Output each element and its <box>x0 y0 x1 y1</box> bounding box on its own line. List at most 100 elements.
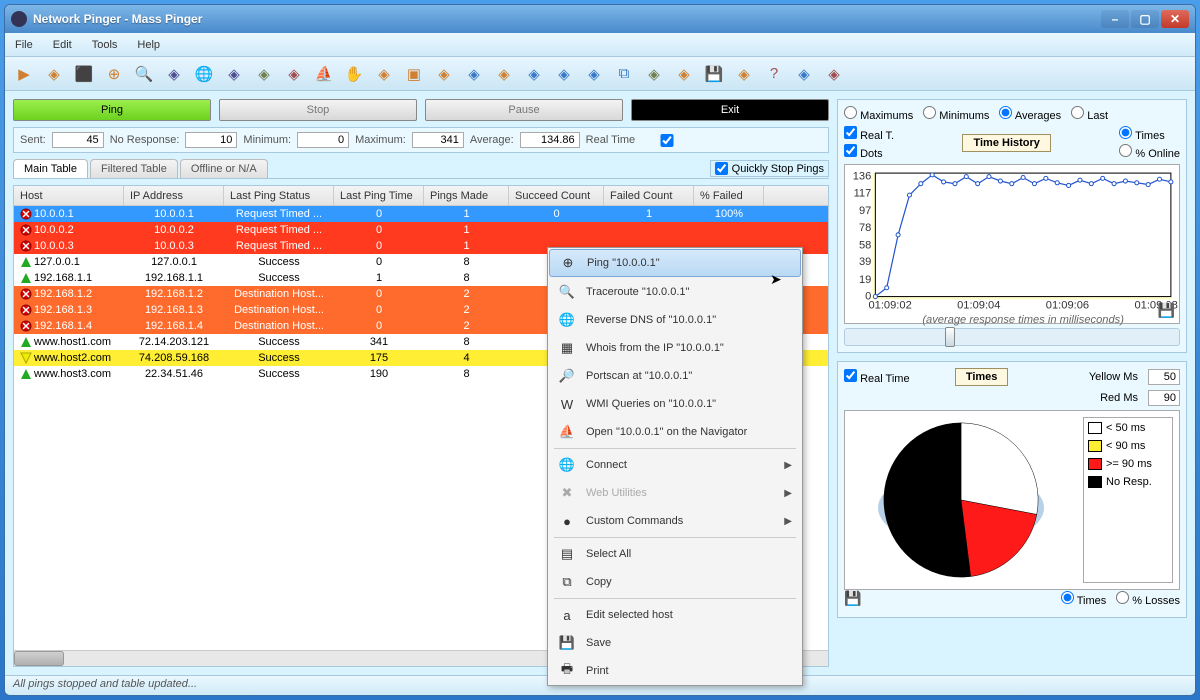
menu-item-icon: ⛵ <box>558 423 576 441</box>
ping-button[interactable]: Ping <box>13 99 211 121</box>
minimize-button[interactable]: – <box>1101 10 1129 28</box>
col-header[interactable]: Failed Count <box>604 186 694 205</box>
times-realtime-check[interactable]: Real Time <box>844 369 910 385</box>
context-menu-item[interactable]: WWMI Queries on "10.0.0.1" <box>548 390 802 418</box>
toolbar-flags-icon[interactable]: ◈ <box>791 61 817 87</box>
toolbar-stop-icon[interactable]: ⬛ <box>71 61 97 87</box>
table-cell: 10.0.0.1 <box>14 208 124 220</box>
tab-main[interactable]: Main Table <box>13 159 88 178</box>
toolbar-link-icon[interactable]: ◈ <box>461 61 487 87</box>
th-pctonline-radio[interactable]: % Online <box>1119 144 1180 160</box>
toolbar-terminal-icon[interactable]: ▣ <box>401 61 427 87</box>
toolbar-hand-icon[interactable]: ✋ <box>341 61 367 87</box>
realtime-checkbox[interactable] <box>641 134 693 147</box>
context-menu-item[interactable]: ⛵Open "10.0.0.1" on the Navigator <box>548 418 802 446</box>
menu-file[interactable]: File <box>15 39 33 51</box>
context-menu-item[interactable]: 💾Save <box>548 629 802 657</box>
toolbar-save-list-icon[interactable]: ◈ <box>581 61 607 87</box>
context-menu-item[interactable]: aEdit selected host <box>548 601 802 629</box>
red-ms-field[interactable] <box>1148 390 1180 406</box>
table-row[interactable]: 10.0.0.210.0.0.2Request Timed ...01 <box>14 222 828 238</box>
table-row[interactable]: 10.0.0.110.0.0.1Request Timed ...0101100… <box>14 206 828 222</box>
toolbar-globe-mag-icon[interactable]: ◈ <box>161 61 187 87</box>
th-realt-check[interactable]: Real T. <box>844 126 894 142</box>
avg-field[interactable] <box>520 132 580 148</box>
opt-last[interactable]: Last <box>1071 106 1108 122</box>
exit-button[interactable]: Exit <box>631 99 829 121</box>
pause-button[interactable]: Pause <box>425 99 623 121</box>
toolbar-letter-a-icon[interactable]: ◈ <box>491 61 517 87</box>
tab-filtered[interactable]: Filtered Table <box>90 159 178 178</box>
toolbar-ship-icon[interactable]: ⛵ <box>311 61 337 87</box>
menu-edit[interactable]: Edit <box>53 39 72 51</box>
toolbar-globe-icon[interactable]: 🌐 <box>191 61 217 87</box>
table-cell: 0 <box>334 240 424 252</box>
table-cell: 10.0.0.2 <box>14 224 124 236</box>
th-dots-check[interactable]: Dots <box>844 144 894 160</box>
col-header[interactable]: Last Ping Time <box>334 186 424 205</box>
col-header[interactable]: Pings Made <box>424 186 509 205</box>
pie-legend: < 50 ms< 90 ms>= 90 msNo Resp. <box>1083 417 1173 583</box>
context-menu-item[interactable]: ▤Select All <box>548 540 802 568</box>
toolbar-search-icon[interactable]: 🔍 <box>131 61 157 87</box>
toolbar-play-icon[interactable]: ▶ <box>11 61 37 87</box>
col-header[interactable]: % Failed <box>694 186 764 205</box>
context-menu-item[interactable]: ●Custom Commands▶ <box>548 507 802 535</box>
table-cell: Destination Host... <box>224 320 334 332</box>
toolbar-square-icon[interactable]: ◈ <box>221 61 247 87</box>
save-pie-icon[interactable]: 💾 <box>844 590 861 607</box>
th-times-radio[interactable]: Times <box>1119 126 1180 142</box>
toolbar-user-mag-icon[interactable]: ◈ <box>251 61 277 87</box>
toolbar-magnify-icon[interactable]: ◈ <box>641 61 667 87</box>
quickstop-checkbox[interactable] <box>715 162 728 175</box>
toolbar-tower2-icon[interactable]: ◈ <box>551 61 577 87</box>
col-header[interactable]: IP Address <box>124 186 224 205</box>
opt-maximums[interactable]: Maximums <box>844 106 913 122</box>
context-menu-item[interactable]: 🔍Traceroute "10.0.0.1" <box>548 278 802 306</box>
toolbar-tower-icon[interactable]: ◈ <box>521 61 547 87</box>
menu-help[interactable]: Help <box>137 39 160 51</box>
sent-field[interactable] <box>52 132 104 148</box>
context-menu-item[interactable]: 🔎Portscan at "10.0.0.1" <box>548 362 802 390</box>
context-menu-item[interactable]: ⊕Ping "10.0.0.1" <box>549 249 801 277</box>
toolbar-font-a-icon[interactable]: ◈ <box>671 61 697 87</box>
table-cell: 100% <box>694 208 764 220</box>
context-menu-item[interactable]: 🖶Print <box>548 657 802 685</box>
table-cell: 190 <box>334 368 424 380</box>
menu-tools[interactable]: Tools <box>92 39 118 51</box>
opt-minimums[interactable]: Minimums <box>923 106 989 122</box>
context-menu-item[interactable]: ▦Whois from the IP "10.0.0.1" <box>548 334 802 362</box>
opt-losses-radio[interactable]: % Losses <box>1116 591 1180 607</box>
toolbar-wm-icon[interactable]: ◈ <box>281 61 307 87</box>
time-slider[interactable] <box>844 328 1180 346</box>
close-button[interactable]: ✕ <box>1161 10 1189 28</box>
toolbar-wand-icon[interactable]: ◈ <box>431 61 457 87</box>
slider-thumb[interactable] <box>945 327 955 347</box>
col-header[interactable]: Last Ping Status <box>224 186 334 205</box>
toolbar-exit-door-icon[interactable]: ◈ <box>821 61 847 87</box>
context-menu-item[interactable]: 🌐Connect▶ <box>548 451 802 479</box>
min-field[interactable] <box>297 132 349 148</box>
col-header[interactable]: Host <box>14 186 124 205</box>
save-chart-icon[interactable]: 💾 <box>1158 302 1175 319</box>
yellow-ms-field[interactable] <box>1148 369 1180 385</box>
opt-averages[interactable]: Averages <box>999 106 1061 122</box>
max-field[interactable] <box>412 132 464 148</box>
col-header[interactable]: Succeed Count <box>509 186 604 205</box>
toolbar-copy-icon[interactable]: ⧉ <box>611 61 637 87</box>
context-menu-item[interactable]: ⧉Copy <box>548 568 802 596</box>
noresp-field[interactable] <box>185 132 237 148</box>
toolbar-floppy2-icon[interactable]: ◈ <box>731 61 757 87</box>
toolbar-floppy-icon[interactable]: 💾 <box>701 61 727 87</box>
toolbar-target-icon[interactable]: ⊕ <box>101 61 127 87</box>
maximize-button[interactable]: ▢ <box>1131 10 1159 28</box>
opt-times-radio[interactable]: Times <box>1061 591 1106 607</box>
stop-button[interactable]: Stop <box>219 99 417 121</box>
context-menu-item[interactable]: 🌐Reverse DNS of "10.0.0.1" <box>548 306 802 334</box>
toolbar-help-icon[interactable]: ? <box>761 61 787 87</box>
tab-offline[interactable]: Offline or N/A <box>180 159 268 178</box>
scroll-thumb[interactable] <box>14 651 64 666</box>
th-check-row: Real T. Dots Time History Times % Online <box>844 126 1180 160</box>
toolbar-shell-icon[interactable]: ◈ <box>371 61 397 87</box>
toolbar-pause-g-icon[interactable]: ◈ <box>41 61 67 87</box>
